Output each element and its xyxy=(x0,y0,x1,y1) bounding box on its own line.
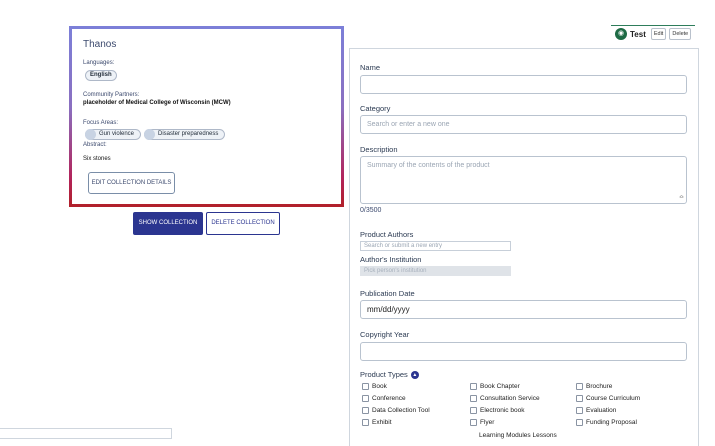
checkbox-label: Book Chapter xyxy=(480,383,520,390)
focus-area-label: Disaster preparedness xyxy=(158,131,219,137)
tag-icon xyxy=(144,129,155,140)
name-input[interactable] xyxy=(360,75,687,94)
checkbox-label: Data Collection Tool xyxy=(372,407,430,414)
show-collection-button[interactable]: SHOW COLLECTION xyxy=(133,212,203,235)
product-type-checkbox[interactable]: Book xyxy=(362,383,387,390)
resize-grip-icon[interactable]: ≏ xyxy=(679,195,684,201)
checkbox-icon[interactable] xyxy=(362,383,369,390)
product-type-checkbox[interactable]: Course Curriculum xyxy=(576,395,640,402)
copyright-year-input[interactable] xyxy=(360,342,687,361)
product-type-checkbox[interactable]: Funding Proposal xyxy=(576,419,637,426)
product-type-checkbox[interactable]: Data Collection Tool xyxy=(362,407,430,414)
delete-button[interactable]: Delete xyxy=(669,28,692,40)
product-form: Name Category Search or enter a new one … xyxy=(349,48,699,446)
focus-areas-label: Focus Areas: xyxy=(83,120,119,126)
checkbox-label: Exhibit xyxy=(372,419,392,426)
checkbox-label: Electronic book xyxy=(480,407,525,414)
checkbox-label: Evaluation xyxy=(586,407,617,414)
name-label: Name xyxy=(360,63,381,72)
bottom-input-bar[interactable] xyxy=(0,428,172,439)
delete-collection-button[interactable]: DELETE COLLECTION xyxy=(206,212,280,235)
publication-date-label: Publication Date xyxy=(360,289,415,298)
checkbox-icon[interactable] xyxy=(576,383,583,390)
authors-input[interactable]: Search or submit a new entry xyxy=(360,241,511,251)
checkbox-label: Flyer xyxy=(480,419,495,426)
copyright-year-label: Copyright Year xyxy=(360,330,410,339)
product-name: Test xyxy=(630,29,646,39)
product-toolbar: ◉ Test Edit Delete xyxy=(615,25,692,43)
description-placeholder: Summary of the contents of the product xyxy=(367,162,490,169)
product-type-checkbox[interactable]: Learning Modules Lessons xyxy=(479,432,557,439)
product-type-checkbox[interactable]: Evaluation xyxy=(576,407,616,414)
checkbox-icon[interactable] xyxy=(470,395,477,402)
chevron-up-icon[interactable]: ▲ xyxy=(410,370,419,379)
focus-area-badge: Gun violence xyxy=(85,129,142,140)
institution-select[interactable]: Pick person's institution xyxy=(360,266,511,276)
description-label: Description xyxy=(360,145,398,154)
checkbox-label: Conference xyxy=(372,395,406,402)
focus-area-label: Gun violence xyxy=(99,131,135,137)
checkbox-icon[interactable] xyxy=(362,419,369,426)
edit-collection-details-button[interactable]: EDIT COLLECTION DETAILS xyxy=(88,172,175,194)
product-type-checkbox[interactable]: Exhibit xyxy=(362,419,392,426)
checkbox-icon[interactable] xyxy=(470,383,477,390)
product-type-checkbox[interactable]: Consultation Service xyxy=(470,395,540,402)
institution-label: Author's Institution xyxy=(360,255,422,264)
partner-value: placeholder of Medical College of Wiscon… xyxy=(83,100,231,106)
checkbox-icon[interactable] xyxy=(362,395,369,402)
checkbox-icon[interactable] xyxy=(576,407,583,414)
product-types-header[interactable]: Product Types ▲ xyxy=(360,370,419,379)
category-label: Category xyxy=(360,104,391,113)
character-counter: 0/3500 xyxy=(360,207,382,214)
checkbox-icon[interactable] xyxy=(470,419,477,426)
checkbox-label: Learning Modules Lessons xyxy=(479,432,557,439)
category-input[interactable]: Search or enter a new one xyxy=(360,115,687,134)
tag-icon xyxy=(85,129,96,140)
product-icon: ◉ xyxy=(615,28,627,40)
checkbox-label: Book xyxy=(372,383,387,390)
authors-label: Product Authors xyxy=(360,230,414,239)
edit-button[interactable]: Edit xyxy=(650,28,667,40)
product-types-label: Product Types xyxy=(360,370,408,379)
checkbox-label: Consultation Service xyxy=(480,395,540,402)
checkbox-icon[interactable] xyxy=(362,407,369,414)
checkbox-label: Course Curriculum xyxy=(586,395,641,402)
abstract-label: Abstract: xyxy=(83,142,107,148)
description-textarea[interactable]: Summary of the contents of the product ≏ xyxy=(360,156,687,204)
collection-card: Thanos Languages: English Community Part… xyxy=(69,26,344,207)
product-type-checkbox[interactable]: Book Chapter xyxy=(470,383,520,390)
checkbox-icon[interactable] xyxy=(576,419,583,426)
product-type-checkbox[interactable]: Electronic book xyxy=(470,407,524,414)
partners-label: Community Partners: xyxy=(83,92,140,98)
product-type-checkbox[interactable]: Brochure xyxy=(576,383,612,390)
language-badge: English xyxy=(85,70,117,81)
checkbox-label: Funding Proposal xyxy=(586,419,637,426)
focus-area-badge: Disaster preparedness xyxy=(144,129,226,140)
collection-title: Thanos xyxy=(83,39,117,50)
product-type-checkbox[interactable]: Flyer xyxy=(470,419,494,426)
languages-label: Languages: xyxy=(83,60,115,66)
checkbox-icon[interactable] xyxy=(576,395,583,402)
checkbox-label: Brochure xyxy=(586,383,613,390)
checkbox-icon[interactable] xyxy=(470,407,477,414)
publication-date-input[interactable]: mm/dd/yyyy xyxy=(360,300,687,319)
abstract-value: Six stones xyxy=(83,156,111,162)
product-type-checkbox[interactable]: Conference xyxy=(362,395,406,402)
